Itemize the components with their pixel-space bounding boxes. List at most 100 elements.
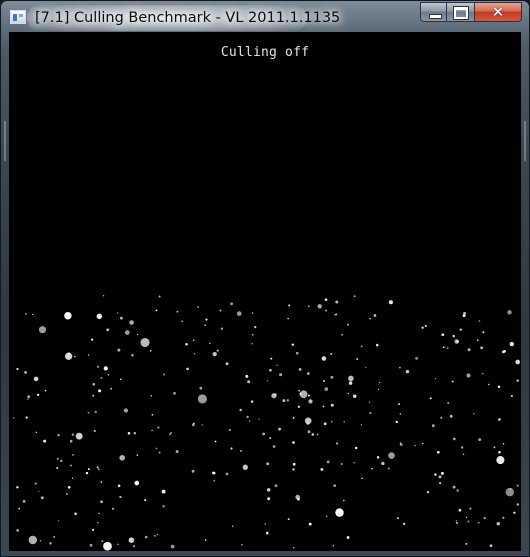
- particle: [57, 433, 60, 437]
- particle: [251, 343, 253, 345]
- particle: [399, 413, 402, 415]
- particle: [158, 451, 161, 454]
- particle: [161, 489, 166, 494]
- particle: [292, 417, 295, 419]
- render-viewport[interactable]: Culling off: [9, 32, 521, 551]
- particle: [342, 499, 345, 502]
- particle: [396, 517, 400, 520]
- particle: [44, 389, 47, 392]
- particle: [96, 313, 103, 320]
- particle: [276, 364, 278, 366]
- particle: [201, 424, 203, 426]
- particle: [388, 452, 395, 459]
- particle: [308, 522, 312, 526]
- particle: [307, 394, 310, 397]
- particle: [473, 413, 475, 415]
- particle: [405, 369, 410, 374]
- particle: [38, 490, 40, 493]
- particle: [116, 312, 119, 314]
- particle: [429, 397, 432, 400]
- particle: [87, 412, 90, 414]
- particle: [459, 328, 462, 331]
- particle: [75, 432, 83, 440]
- particle: [356, 358, 359, 361]
- particle: [353, 462, 355, 464]
- particle: [451, 380, 454, 383]
- title-bar[interactable]: [7.1] Culling Benchmark - VL 2011.1.1135…: [1, 1, 529, 32]
- particle: [377, 388, 379, 390]
- particle: [212, 351, 217, 357]
- particle: [149, 350, 152, 352]
- particle: [248, 420, 251, 422]
- maximize-button[interactable]: [447, 2, 475, 22]
- particle: [447, 401, 450, 405]
- particle: [53, 535, 56, 538]
- particle: [295, 351, 299, 355]
- particle: [452, 334, 455, 338]
- particle: [72, 453, 74, 456]
- particle: [365, 366, 367, 369]
- particle: [360, 424, 363, 426]
- particle: [34, 482, 37, 485]
- particle: [462, 314, 466, 318]
- particle: [324, 298, 328, 302]
- particle: [292, 462, 296, 466]
- particle: [286, 399, 289, 402]
- particle: [27, 398, 29, 400]
- particle: [127, 432, 131, 435]
- particle: [111, 507, 115, 510]
- particle: [56, 467, 59, 469]
- particle: [266, 488, 271, 492]
- particle: [287, 317, 289, 320]
- particle: [219, 309, 222, 312]
- app-icon[interactable]: [10, 10, 26, 24]
- particle: [348, 375, 354, 382]
- particle: [241, 543, 243, 546]
- particle: [431, 424, 435, 428]
- particle: [454, 339, 459, 344]
- particle: [33, 376, 39, 382]
- minimize-button[interactable]: [420, 2, 447, 22]
- particle: [225, 472, 229, 476]
- particle: [205, 318, 208, 321]
- particle: [498, 418, 501, 421]
- particle: [278, 427, 281, 431]
- particle: [97, 365, 100, 368]
- particle: [291, 343, 295, 346]
- particle: [18, 507, 21, 510]
- particle: [133, 431, 137, 435]
- particle: [467, 520, 470, 523]
- particle: [287, 518, 290, 521]
- particle: [308, 305, 310, 307]
- particle: [335, 300, 339, 304]
- particle: [510, 395, 513, 398]
- particle: [497, 385, 501, 389]
- particle: [157, 426, 160, 429]
- particle: [49, 542, 52, 545]
- particle: [69, 464, 73, 467]
- particle: [487, 383, 490, 386]
- particle: [119, 495, 122, 499]
- particle: [251, 312, 254, 314]
- particle: [98, 512, 100, 514]
- culling-status-text: Culling off: [220, 45, 310, 60]
- particle: [192, 339, 195, 342]
- particle: [434, 378, 437, 380]
- app-window: [7.1] Culling Benchmark - VL 2011.1.1135…: [0, 0, 530, 557]
- particle: [197, 305, 200, 309]
- particle: [288, 304, 291, 307]
- particle: [24, 371, 27, 374]
- particle: [74, 356, 76, 358]
- particle: [231, 525, 234, 528]
- particle: [477, 521, 480, 524]
- particle: [462, 453, 465, 455]
- particle: [134, 480, 140, 486]
- particle: [355, 446, 358, 450]
- particle: [307, 430, 311, 434]
- close-icon: ✕: [491, 3, 505, 21]
- particle: [25, 416, 28, 419]
- particle: [272, 445, 276, 448]
- particle: [140, 337, 150, 348]
- particle: [40, 496, 44, 500]
- close-button[interactable]: ✕: [475, 2, 522, 22]
